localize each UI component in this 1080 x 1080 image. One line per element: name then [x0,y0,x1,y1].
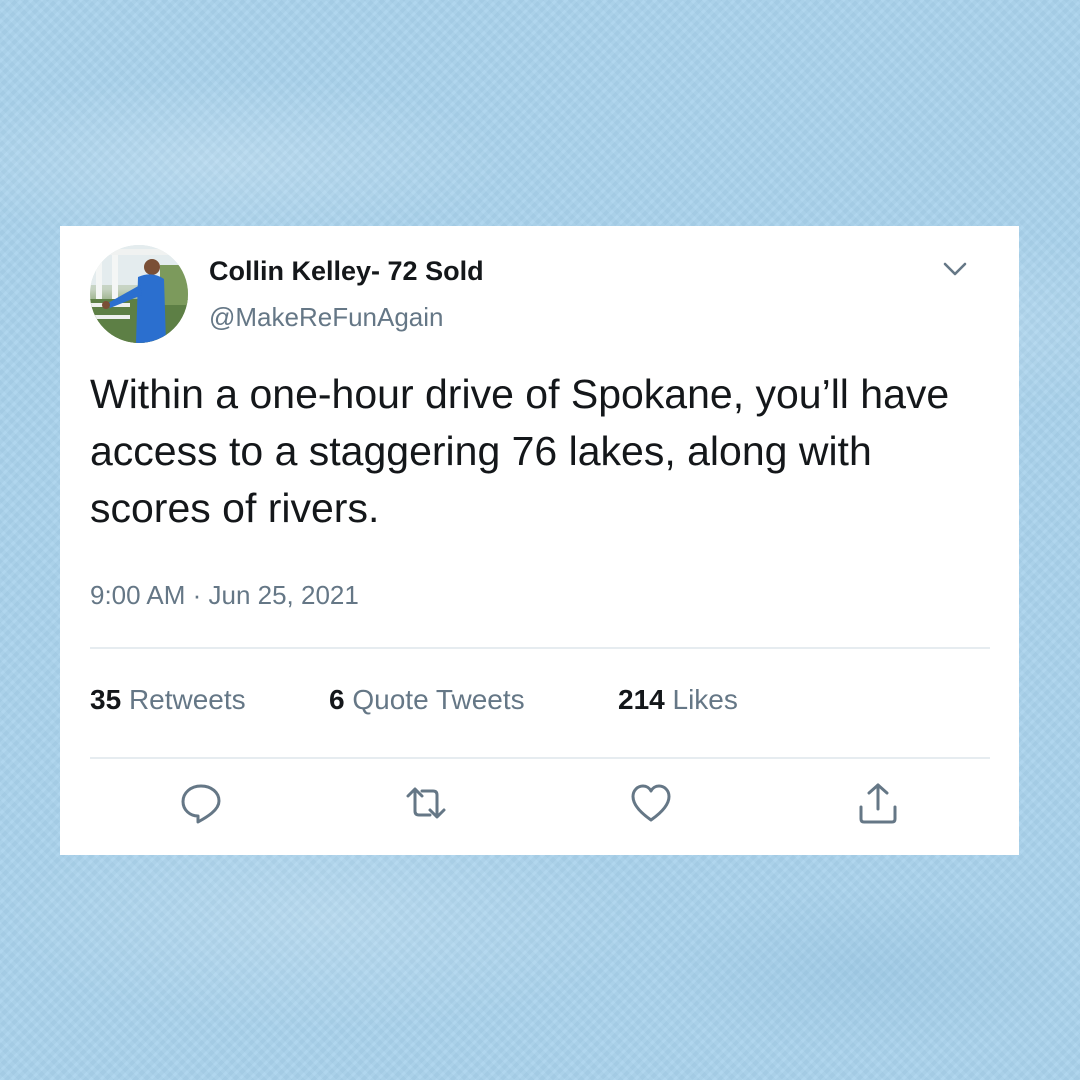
chevron-down-icon[interactable] [940,254,970,284]
author-handle[interactable]: @MakeReFunAgain [209,302,444,333]
likes-label: Likes [672,684,738,715]
author-name[interactable]: Collin Kelley- 72 Sold [209,256,484,287]
avatar-photo [90,245,188,343]
quote-tweets-stat[interactable]: 6 Quote Tweets [329,684,525,716]
reply-icon[interactable] [179,781,223,825]
share-icon[interactable] [856,781,900,825]
avatar[interactable] [90,245,188,343]
retweets-label: Retweets [128,684,246,715]
tweet-timestamp[interactable]: 9:00 AM · Jun 25, 2021 [90,580,359,611]
retweets-count: 35 [90,684,122,715]
quote-tweets-count: 6 [329,684,345,715]
likes-count: 214 [618,684,665,715]
quote-tweets-label: Quote Tweets [352,684,525,715]
retweets-stat[interactable]: 35 Retweets [90,684,246,716]
tweet-text: Within a one-hour drive of Spokane, you’… [90,371,950,531]
like-icon[interactable] [629,781,673,825]
divider [90,647,990,649]
likes-stat[interactable]: 214 Likes [618,684,738,716]
retweet-icon[interactable] [404,781,448,825]
tweet-card: Collin Kelley- 72 Sold @MakeReFunAgain W… [60,226,1019,855]
divider [90,757,990,759]
